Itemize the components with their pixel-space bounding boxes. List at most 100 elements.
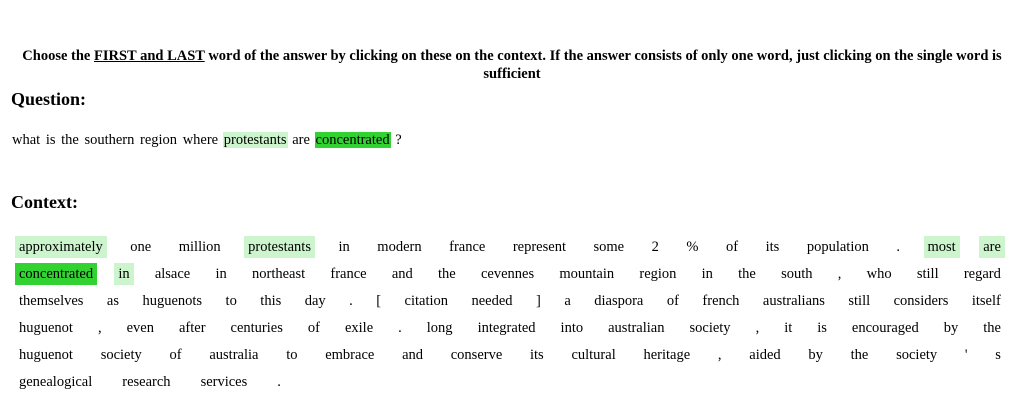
context-word[interactable]: concentrated	[15, 262, 98, 285]
question-token: is	[45, 132, 56, 148]
context-word[interactable]: .	[273, 371, 285, 393]
context-word[interactable]: alsace	[151, 263, 194, 285]
context-word[interactable]: research	[118, 371, 174, 393]
context-word[interactable]: french	[698, 290, 743, 312]
context-word[interactable]: france	[445, 236, 489, 258]
context-word[interactable]: region	[635, 263, 680, 285]
context-line: concentrated in alsace in northeast france and…	[15, 260, 1005, 287]
context-word[interactable]: the	[847, 344, 873, 366]
context-word[interactable]: heritage	[639, 344, 694, 366]
context-word[interactable]: still	[844, 290, 874, 312]
context-word[interactable]: themselves	[15, 290, 87, 312]
context-word[interactable]: genealogical	[15, 371, 96, 393]
context-word[interactable]: huguenot	[15, 344, 77, 366]
context-word[interactable]: 2	[648, 236, 663, 258]
context-word[interactable]: most	[923, 235, 960, 258]
context-word[interactable]: cultural	[567, 344, 619, 366]
context-word[interactable]: day	[301, 290, 330, 312]
context-word[interactable]: huguenots	[138, 290, 206, 312]
context-word[interactable]: services	[197, 371, 252, 393]
context-word[interactable]: mountain	[555, 263, 618, 285]
context-word[interactable]: in	[335, 236, 354, 258]
context-line: genealogical research services.	[15, 368, 1005, 395]
context-word[interactable]: to	[222, 290, 241, 312]
context-word[interactable]: cevennes	[477, 263, 538, 285]
context-word[interactable]: in	[211, 263, 230, 285]
context-word[interactable]: centuries	[227, 317, 287, 339]
context-word[interactable]: who	[863, 263, 896, 285]
context-word[interactable]: modern	[373, 236, 425, 258]
context-word[interactable]: of	[304, 317, 324, 339]
context-word[interactable]: even	[123, 317, 158, 339]
context-word[interactable]: are	[979, 235, 1005, 258]
context-word[interactable]: in	[698, 263, 717, 285]
context-word[interactable]: by	[940, 317, 963, 339]
context-word[interactable]: integrated	[474, 317, 540, 339]
context-word[interactable]: a	[560, 290, 574, 312]
context-word[interactable]: huguenot	[15, 317, 77, 339]
context-word[interactable]: protestants	[244, 235, 315, 258]
context-word[interactable]: considers	[890, 290, 953, 312]
context-word[interactable]: needed	[468, 290, 517, 312]
context-word[interactable]: is	[813, 317, 831, 339]
context-word[interactable]: million	[175, 236, 225, 258]
context-word[interactable]: ,	[94, 317, 106, 339]
context-word[interactable]: the	[979, 317, 1005, 339]
context-word[interactable]: conserve	[447, 344, 507, 366]
context-word[interactable]: society	[685, 317, 734, 339]
context-word[interactable]: embrace	[321, 344, 378, 366]
context-word[interactable]: s	[991, 344, 1005, 366]
context-word[interactable]: australian	[604, 317, 668, 339]
context-word[interactable]: some	[590, 236, 629, 258]
context-word[interactable]: citation	[401, 290, 453, 312]
context-word[interactable]: approximately	[15, 235, 107, 258]
context-word[interactable]: regard	[960, 263, 1005, 285]
context-word[interactable]: to	[282, 344, 301, 366]
context-word[interactable]: by	[804, 344, 827, 366]
context-word[interactable]: france	[326, 263, 370, 285]
context-word[interactable]: and	[388, 263, 417, 285]
context-word[interactable]: society	[892, 344, 941, 366]
context-word[interactable]: its	[762, 236, 784, 258]
context-word[interactable]: .	[345, 290, 357, 312]
context-word[interactable]: one	[126, 236, 155, 258]
context-word[interactable]: ]	[532, 290, 545, 312]
context-word[interactable]: its	[526, 344, 548, 366]
context-word[interactable]: itself	[968, 290, 1005, 312]
context-word[interactable]: society	[97, 344, 146, 366]
context-word[interactable]: long	[423, 317, 457, 339]
context-word[interactable]: %	[682, 236, 702, 258]
context-word[interactable]: australians	[759, 290, 829, 312]
context-word[interactable]: it	[780, 317, 796, 339]
context-word[interactable]: .	[892, 236, 904, 258]
context-word[interactable]: ,	[714, 344, 726, 366]
context-word[interactable]: ,	[752, 317, 764, 339]
context-word[interactable]: '	[961, 344, 972, 366]
instruction-underlined: FIRST and LAST	[94, 48, 205, 64]
context-word[interactable]: the	[434, 263, 460, 285]
context-word[interactable]: as	[103, 290, 123, 312]
context-word[interactable]: .	[394, 317, 406, 339]
context-word[interactable]: into	[557, 317, 588, 339]
context-word[interactable]: australia	[205, 344, 262, 366]
context-word[interactable]: the	[734, 263, 760, 285]
context-word[interactable]: aided	[745, 344, 784, 366]
context-word[interactable]: after	[175, 317, 210, 339]
context-word[interactable]: south	[777, 263, 816, 285]
context-word[interactable]: of	[663, 290, 683, 312]
context-word[interactable]: exile	[341, 317, 377, 339]
context-word[interactable]: of	[722, 236, 742, 258]
context-word[interactable]: of	[166, 344, 186, 366]
context-word[interactable]: ,	[834, 263, 846, 285]
context-word[interactable]: population	[803, 236, 873, 258]
context-word[interactable]: [	[372, 290, 385, 312]
context-word[interactable]: still	[913, 263, 943, 285]
context-word[interactable]: diaspora	[590, 290, 647, 312]
context-word[interactable]: encouraged	[848, 317, 923, 339]
context-word[interactable]: northeast	[248, 263, 309, 285]
context-word[interactable]: in	[114, 262, 134, 285]
context-word[interactable]: represent	[509, 236, 570, 258]
context-word[interactable]: and	[398, 344, 427, 366]
question-token: concentrated	[314, 132, 391, 148]
context-word[interactable]: this	[256, 290, 285, 312]
